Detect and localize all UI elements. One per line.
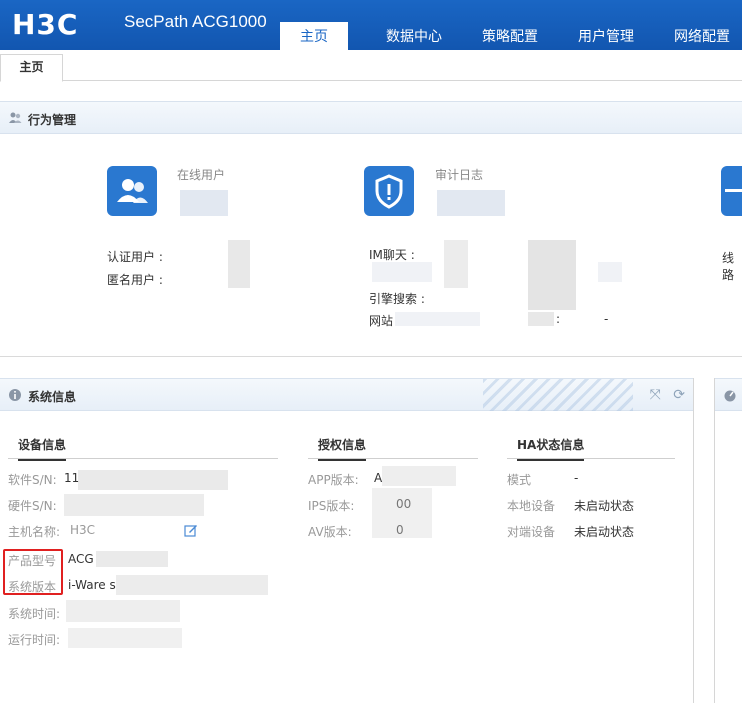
redacted-block	[64, 494, 204, 516]
ha-peer-value: 未启动状态	[574, 525, 635, 539]
section-divider	[0, 356, 742, 357]
ips-version-label: IPS版本:	[308, 499, 355, 513]
software-sn-value: 11	[64, 471, 80, 485]
hardware-sn-label: 硬件S/N:	[8, 499, 57, 513]
system-info-panel: 系统信息 ⤧ ⟳ 设备信息 软件S/N: 11 硬件S/N: 主机名称: H3C…	[0, 378, 694, 703]
redacted-block	[78, 470, 228, 490]
behavior-panel-title: 行为管理	[28, 113, 77, 127]
app-version-label: APP版本:	[308, 473, 359, 487]
online-users-count-redacted	[180, 190, 228, 216]
nav-home[interactable]: 主页	[280, 22, 348, 50]
hostname-value: H3C	[70, 523, 96, 537]
group-icon	[9, 112, 22, 123]
shield-icon	[364, 166, 414, 216]
anon-user-label: 匿名用户 :	[107, 273, 163, 287]
nav-network-config[interactable]: 网络配置	[654, 22, 742, 50]
ha-peer-label: 对端设备	[507, 525, 556, 539]
colon: :	[556, 312, 561, 326]
redacted-block	[528, 312, 554, 326]
users-icon	[107, 166, 157, 216]
redacted-block	[382, 466, 456, 486]
info-icon	[9, 389, 21, 401]
redacted-block	[372, 488, 432, 538]
dashboard-icon	[724, 390, 736, 402]
line-icon	[721, 166, 742, 216]
line-label: 线路	[722, 251, 735, 282]
online-users-label: 在线用户	[177, 168, 226, 182]
redacted-block	[395, 312, 480, 326]
top-header: H3C SecPath ACG1000 主页 数据中心 策略配置 用户管理 网络…	[0, 0, 742, 50]
model-label: 产品型号	[8, 554, 57, 568]
website-value-dash: -	[604, 312, 609, 326]
user-counts-redacted	[228, 240, 250, 288]
av-version-label: AV版本:	[308, 525, 352, 539]
redacted-block	[528, 240, 576, 310]
header-decoration	[483, 379, 633, 411]
system-time-label: 系统时间:	[8, 607, 61, 621]
page-tab-bar: 主页	[0, 50, 742, 82]
version-value: i-Ware s	[68, 578, 116, 592]
system-info-header: 系统信息 ⤧ ⟳	[0, 378, 693, 411]
version-label: 系统版本	[8, 580, 57, 594]
product-name: SecPath ACG1000	[124, 12, 267, 31]
tab-home[interactable]: 主页	[0, 54, 63, 82]
hostname-label: 主机名称:	[8, 525, 61, 539]
model-value: ACG	[68, 552, 94, 566]
redacted-block	[116, 575, 268, 595]
nav-data-center[interactable]: 数据中心	[366, 22, 462, 50]
app-version-value: A	[374, 471, 383, 485]
refresh-icon[interactable]: ⟳	[673, 387, 685, 403]
main-nav: 主页 数据中心 策略配置 用户管理 网络配置	[280, 22, 742, 50]
redacted-block	[66, 600, 180, 622]
redacted-block	[598, 262, 622, 282]
system-info-title: 系统信息	[28, 390, 77, 404]
collapse-icon[interactable]: ⤧	[650, 387, 661, 403]
ha-mode-label: 模式	[507, 473, 532, 487]
engine-search-label: 引擎搜索 :	[369, 292, 425, 306]
edit-icon[interactable]	[184, 523, 198, 537]
side-panel-header	[715, 378, 742, 411]
device-info-underline	[8, 458, 278, 459]
redacted-block	[68, 628, 182, 648]
nav-user-management[interactable]: 用户管理	[558, 22, 654, 50]
behavior-panel-header: 行为管理	[0, 101, 742, 134]
auth-user-label: 认证用户 :	[107, 250, 163, 264]
nav-policy-config[interactable]: 策略配置	[462, 22, 558, 50]
side-panel	[714, 378, 742, 703]
uptime-label: 运行时间:	[8, 633, 61, 647]
h3c-logo: H3C	[12, 8, 79, 41]
redacted-block	[372, 262, 432, 282]
ha-mode-value: -	[574, 471, 579, 485]
website-label: 网站	[369, 314, 394, 328]
redacted-block	[96, 551, 168, 567]
audit-log-count-redacted	[437, 190, 505, 216]
software-sn-label: 软件S/N:	[8, 473, 57, 487]
ha-status-underline	[507, 458, 675, 459]
redacted-block	[444, 240, 468, 288]
ha-local-value: 未启动状态	[574, 499, 635, 513]
audit-log-label: 审计日志	[435, 168, 484, 182]
im-chat-label: IM聊天 :	[369, 248, 415, 262]
license-info-underline	[308, 458, 478, 459]
ha-local-label: 本地设备	[507, 499, 556, 513]
panel-tools: ⤧ ⟳	[650, 387, 685, 403]
